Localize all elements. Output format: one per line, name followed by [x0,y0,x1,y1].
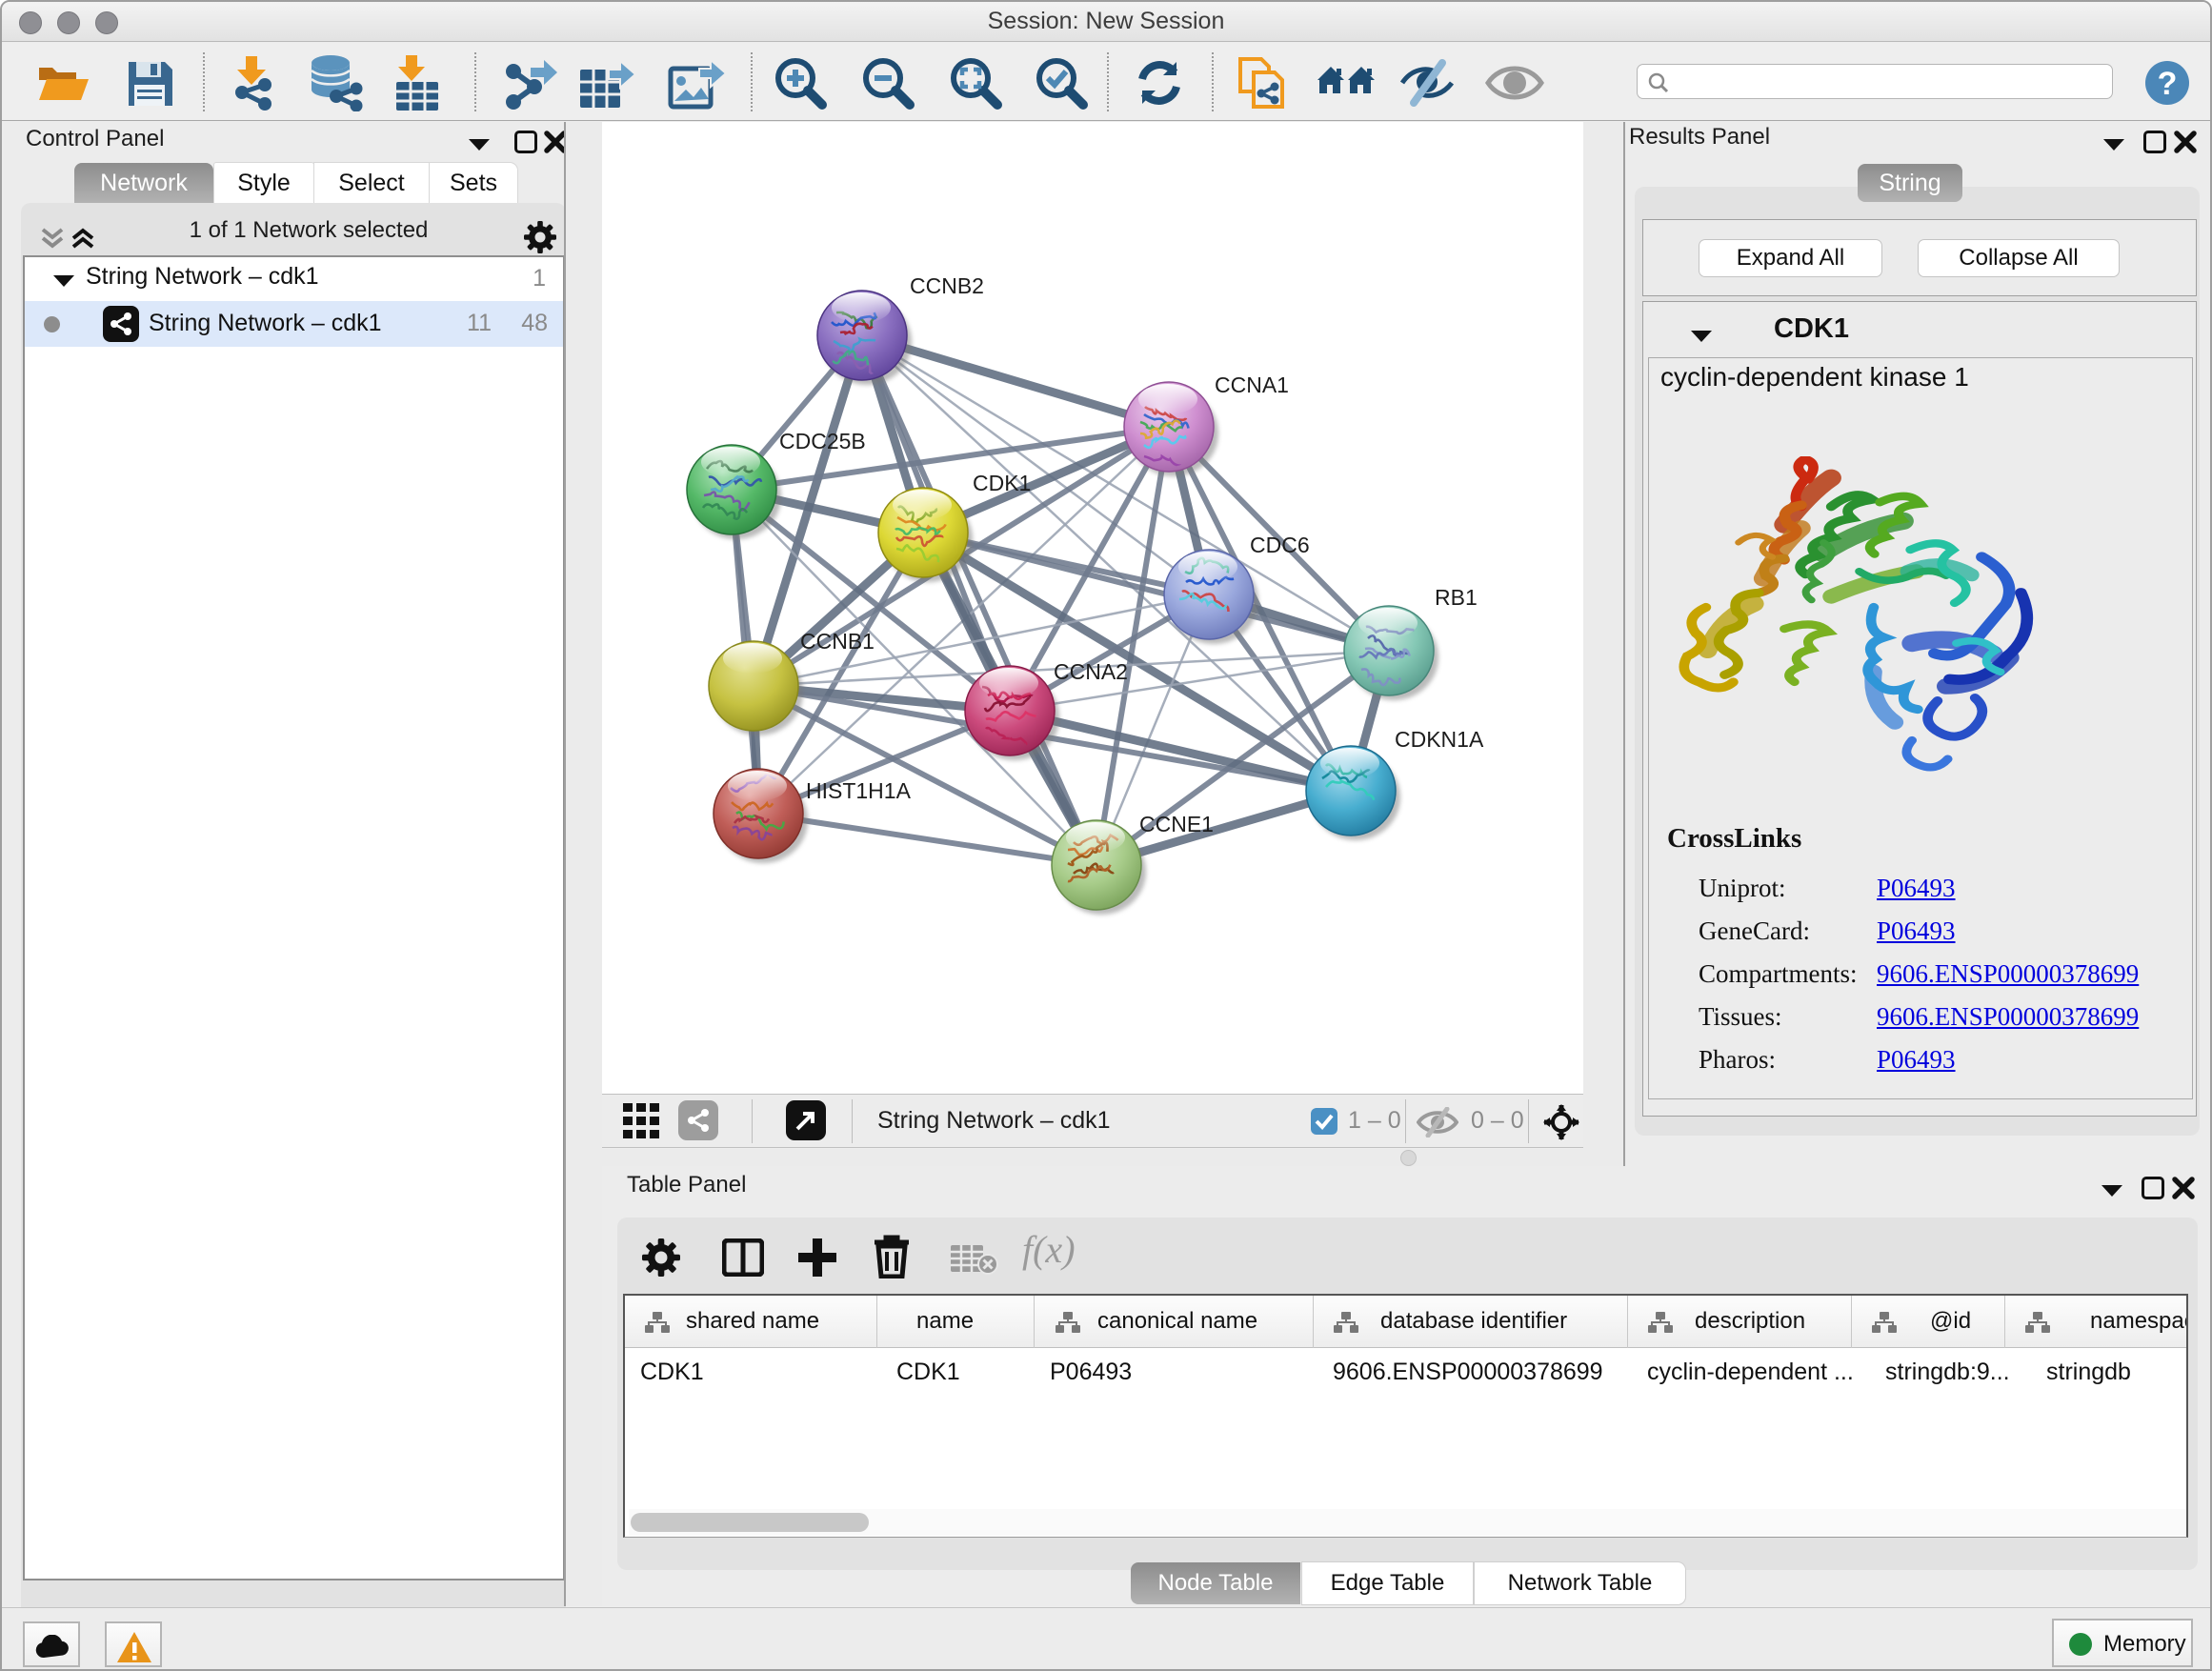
svg-text:CCNA2: CCNA2 [1054,659,1128,684]
svg-text:CCNA1: CCNA1 [1215,372,1289,397]
svg-text:CDC6: CDC6 [1250,533,1310,557]
svg-text:CCNB2: CCNB2 [910,273,984,298]
svg-text:CCNE1: CCNE1 [1139,812,1214,836]
svg-text:RB1: RB1 [1435,585,1478,610]
svg-text:CDK1: CDK1 [973,471,1031,495]
svg-text:CDC25B: CDC25B [779,429,866,453]
svg-text:?: ? [2158,66,2178,102]
svg-text:CDKN1A: CDKN1A [1395,727,1484,752]
svg-text:CCNB1: CCNB1 [800,629,875,654]
svg-text:HIST1H1A: HIST1H1A [806,778,912,803]
